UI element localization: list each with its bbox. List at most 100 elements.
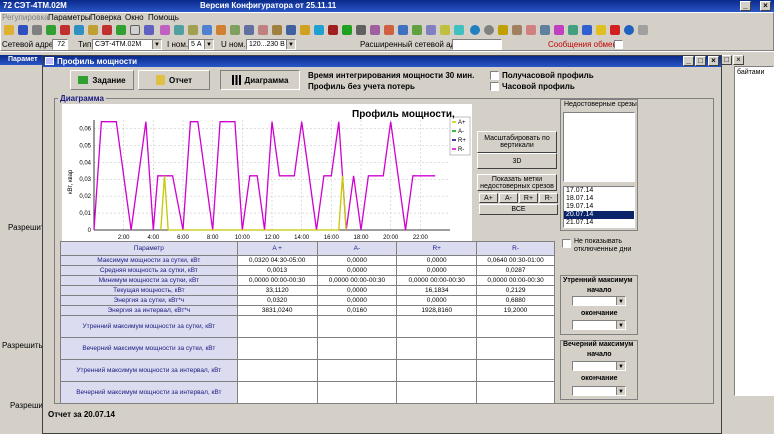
unreliable-list[interactable] xyxy=(563,112,635,182)
error-icon[interactable] xyxy=(610,25,620,35)
params-bar: Сетевой адрес 72 Тип СЭТ-4ТМ.02М ▼ I ном.… xyxy=(0,38,774,51)
y-tick-label: 0,05 xyxy=(79,143,91,149)
menu-window[interactable]: Окно xyxy=(125,13,144,22)
menu-verification[interactable]: Поверка xyxy=(90,13,121,22)
morning-start-select[interactable]: ▼ xyxy=(572,296,626,306)
evening-end-select[interactable]: ▼ xyxy=(572,386,626,396)
menu-regulation[interactable]: Регулировка xyxy=(2,13,49,22)
net-address-input[interactable]: 72 xyxy=(52,39,68,50)
stop-icon[interactable] xyxy=(102,25,112,35)
key-icon[interactable] xyxy=(498,25,508,35)
gear-icon[interactable] xyxy=(484,25,494,35)
globe-icon[interactable] xyxy=(470,25,480,35)
lock-icon[interactable] xyxy=(512,25,522,35)
dialog-minimize-button[interactable]: _ xyxy=(683,56,694,66)
table-icon[interactable] xyxy=(174,25,184,35)
open-icon[interactable] xyxy=(4,25,14,35)
type-select[interactable]: СЭТ-4ТМ.02М ▼ xyxy=(92,39,162,50)
table-row: Вечерний максимум мощности за сутки, кВт xyxy=(60,337,555,360)
database-icon[interactable] xyxy=(540,25,550,35)
bg-close-button[interactable]: × xyxy=(733,55,744,65)
hour-checkbox[interactable] xyxy=(490,82,499,91)
calibration-icon[interactable] xyxy=(384,25,394,35)
settings-icon[interactable] xyxy=(144,25,154,35)
journal-icon[interactable] xyxy=(230,25,240,35)
date-list[interactable]: 17.07.14 18.07.14 19.07.14 20.07.14 21.0… xyxy=(563,186,635,228)
channel-a-minus-button[interactable]: A- xyxy=(499,193,518,203)
energy-icon[interactable] xyxy=(216,25,226,35)
graph-icon[interactable] xyxy=(554,25,564,35)
config-icon[interactable] xyxy=(244,25,254,35)
dialog-close-button[interactable]: × xyxy=(708,56,719,66)
write-icon[interactable] xyxy=(88,25,98,35)
bg-maximize-button[interactable]: □ xyxy=(721,55,732,65)
date-item-0[interactable]: 17.07.14 xyxy=(564,187,634,195)
exit-icon[interactable] xyxy=(638,25,648,35)
tab-task[interactable]: Задание xyxy=(70,70,134,90)
info-icon[interactable] xyxy=(582,25,592,35)
menu-parameters[interactable]: Параметры xyxy=(48,13,91,22)
unom-select[interactable]: 120...230 В ▼ xyxy=(246,39,296,50)
report-icon xyxy=(155,75,165,85)
channel-r-minus-button[interactable]: R- xyxy=(539,193,558,203)
no-show-checkbox[interactable] xyxy=(562,239,571,248)
date-item-1[interactable]: 18.07.14 xyxy=(564,195,634,203)
half-hour-checkbox[interactable] xyxy=(490,71,499,80)
import-icon[interactable] xyxy=(454,25,464,35)
y-tick-label: 0,01 xyxy=(79,211,91,217)
scale-vertical-button[interactable]: Масштабировать по вертикали xyxy=(477,131,557,153)
voltage-icon[interactable] xyxy=(300,25,310,35)
connect-icon[interactable] xyxy=(46,25,56,35)
clock-icon[interactable] xyxy=(130,25,140,35)
evening-start-select[interactable]: ▼ xyxy=(572,361,626,371)
menu-help[interactable]: Помощь xyxy=(148,13,179,22)
help-icon[interactable] xyxy=(624,25,634,35)
current-icon[interactable] xyxy=(314,25,324,35)
refresh-icon[interactable] xyxy=(116,25,126,35)
print-icon[interactable] xyxy=(32,25,42,35)
test-icon[interactable] xyxy=(370,25,380,35)
date-item-4[interactable]: 21.07.14 xyxy=(564,219,634,227)
calendar-icon[interactable] xyxy=(272,25,282,35)
diagram-icon xyxy=(231,75,241,85)
close-button[interactable]: × xyxy=(760,1,771,11)
inom-select[interactable]: 5 А ▼ xyxy=(188,39,214,50)
phase-icon[interactable] xyxy=(328,25,338,35)
report-icon[interactable] xyxy=(188,25,198,35)
chart-icon[interactable] xyxy=(160,25,170,35)
tab-report[interactable]: Отчет xyxy=(138,70,210,90)
all-channels-button[interactable]: ВСЕ xyxy=(479,204,558,215)
chart-ylabel: кВт, квар xyxy=(68,169,74,194)
export-icon[interactable] xyxy=(440,25,450,35)
messages-checkbox[interactable] xyxy=(614,40,623,49)
tab-diagram[interactable]: Диаграмма xyxy=(220,70,300,90)
minimize-button[interactable]: _ xyxy=(740,1,751,11)
channel-a-plus-button[interactable]: A+ xyxy=(479,193,498,203)
network-icon[interactable] xyxy=(286,25,296,35)
ext-address-input[interactable] xyxy=(452,39,502,50)
quality-icon[interactable] xyxy=(412,25,422,35)
3d-button[interactable]: 3D xyxy=(477,153,557,169)
dialog-maximize-button[interactable]: □ xyxy=(695,56,706,66)
show-marks-button[interactable]: Показать метки недостоверных срезов xyxy=(477,174,557,191)
y-tick-label: 0,06 xyxy=(79,126,91,132)
list-icon[interactable] xyxy=(568,25,578,35)
read-icon[interactable] xyxy=(74,25,84,35)
frequency-icon[interactable] xyxy=(342,25,352,35)
morning-end-select[interactable]: ▼ xyxy=(572,320,626,330)
tariff-icon[interactable] xyxy=(258,25,268,35)
user-icon[interactable] xyxy=(526,25,536,35)
chevron-down-icon: ▼ xyxy=(616,321,625,329)
date-item-selected[interactable]: 20.07.14 xyxy=(564,211,634,219)
table-row: Максимум мощности за сутки, кВт 0,0320 0… xyxy=(60,255,555,266)
profile-icon[interactable] xyxy=(202,25,212,35)
y-tick-label: 0,04 xyxy=(79,160,91,166)
warning-icon[interactable] xyxy=(596,25,606,35)
meter-icon[interactable] xyxy=(60,25,70,35)
save-icon[interactable] xyxy=(18,25,28,35)
archive-icon[interactable] xyxy=(426,25,436,35)
monitor-icon[interactable] xyxy=(356,25,366,35)
channel-r-plus-button[interactable]: R+ xyxy=(519,193,538,203)
date-item-2[interactable]: 19.07.14 xyxy=(564,203,634,211)
power-icon[interactable] xyxy=(398,25,408,35)
